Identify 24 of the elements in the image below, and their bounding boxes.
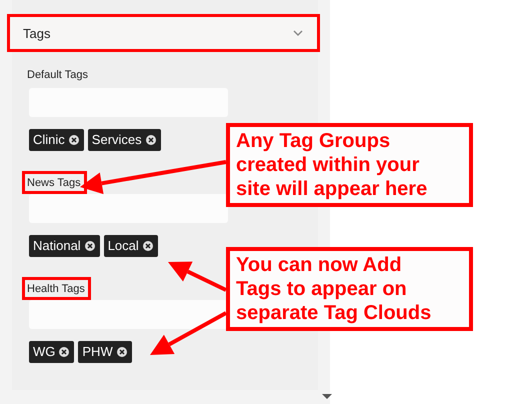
remove-icon[interactable] [84, 240, 95, 250]
chevron-down-icon [293, 30, 303, 36]
tag-chip[interactable]: WG [29, 341, 74, 363]
tag-chip[interactable]: Services [88, 129, 161, 151]
remove-icon[interactable] [142, 240, 153, 250]
tag-chip[interactable]: National [29, 235, 100, 257]
remove-icon[interactable] [116, 346, 127, 356]
tag-input[interactable] [29, 194, 228, 223]
tags-accordion-header[interactable]: Tags [7, 14, 320, 52]
tag-chip[interactable]: Clinic [29, 129, 84, 151]
remove-icon[interactable] [59, 346, 70, 356]
remove-icon[interactable] [68, 134, 79, 144]
remove-icon[interactable] [146, 134, 156, 144]
panel-title: Tags [23, 26, 50, 40]
field-label: Default Tags [26, 68, 89, 83]
field-label: News Tags [22, 171, 87, 194]
tag-input[interactable] [29, 300, 228, 329]
arrow [168, 262, 227, 292]
callout-note: You can now Add Tags to appear on separate Tag Clouds [226, 247, 473, 331]
scroll-down-icon[interactable] [322, 394, 332, 400]
tag-chip[interactable]: PHW [78, 341, 132, 363]
field-label: Health Tags [22, 277, 91, 300]
callout-note: Any Tag Groups created within your site will appear here [226, 123, 473, 207]
tag-chip[interactable]: Local [104, 235, 158, 257]
